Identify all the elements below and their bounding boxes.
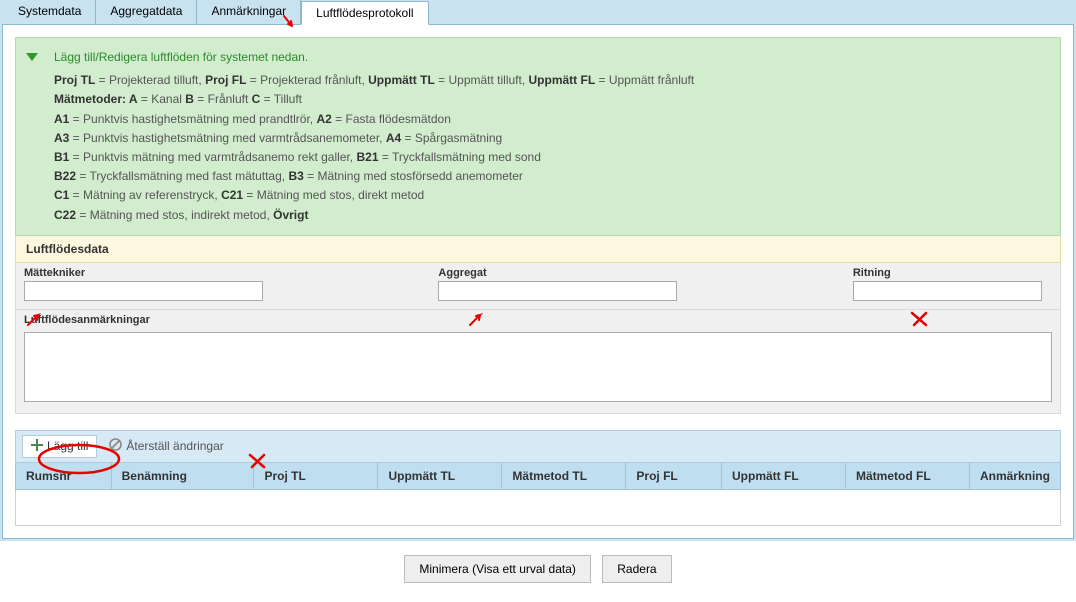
bottom-button-row: Minimera (Visa ett urval data) Radera — [0, 541, 1076, 593]
col-projtl[interactable]: Proj TL — [254, 463, 378, 489]
col-uppmatttl[interactable]: Uppmätt TL — [378, 463, 502, 489]
tab-systemdata[interactable]: Systemdata — [4, 0, 96, 24]
col-projfl[interactable]: Proj FL — [626, 463, 722, 489]
tab-luftflodesprotokoll[interactable]: Luftflödesprotokoll — [301, 1, 428, 25]
grid-toolbar: Lägg till Återställ ändringar — [15, 430, 1061, 463]
plus-icon — [31, 439, 43, 454]
label-anmarkningar: Luftflödesanmärkningar — [15, 310, 1061, 328]
window: Systemdata Aggregatdata Anmärkningar Luf… — [0, 0, 1076, 593]
collapse-icon[interactable] — [26, 50, 38, 69]
radera-button[interactable]: Radera — [602, 555, 671, 583]
add-button[interactable]: Lägg till — [22, 435, 97, 458]
form-row-top: Mättekniker Aggregat Ritning — [15, 263, 1061, 310]
reset-button[interactable]: Återställ ändringar — [101, 435, 231, 457]
section-header-luftflodesdata: Luftflödesdata — [15, 236, 1061, 263]
label-aggregat: Aggregat — [438, 267, 836, 279]
minimera-button[interactable]: Minimera (Visa ett urval data) — [404, 555, 591, 583]
tab-aggregatdata[interactable]: Aggregatdata — [96, 0, 197, 24]
label-mattekniker: Mättekniker — [24, 267, 422, 279]
col-matmetodtl[interactable]: Mätmetod TL — [502, 463, 626, 489]
input-ritning[interactable] — [853, 281, 1042, 301]
tab-content: Lägg till/Redigera luftflöden för system… — [2, 24, 1074, 539]
cancel-icon — [109, 438, 122, 454]
col-anmarkning[interactable]: Anmärkning — [970, 463, 1060, 489]
col-benamning[interactable]: Benämning — [112, 463, 255, 489]
info-title: Lägg till/Redigera luftflöden för system… — [30, 48, 1046, 67]
notes-area — [15, 328, 1061, 414]
grid-header: Rumsnr Benämning Proj TL Uppmätt TL Mätm… — [15, 463, 1061, 490]
col-uppmattfl[interactable]: Uppmätt FL — [722, 463, 846, 489]
textarea-anmarkningar[interactable] — [24, 332, 1052, 402]
input-aggregat[interactable] — [438, 281, 677, 301]
input-mattekniker[interactable] — [24, 281, 263, 301]
info-panel: Lägg till/Redigera luftflöden för system… — [15, 37, 1061, 236]
grid-body — [15, 490, 1061, 526]
tabbar: Systemdata Aggregatdata Anmärkningar Luf… — [0, 0, 1076, 24]
col-matmetodfl[interactable]: Mätmetod FL — [846, 463, 970, 489]
tab-anmarkningar[interactable]: Anmärkningar — [197, 0, 301, 24]
label-ritning: Ritning — [853, 267, 1052, 279]
col-rumsnr[interactable]: Rumsnr — [16, 463, 112, 489]
